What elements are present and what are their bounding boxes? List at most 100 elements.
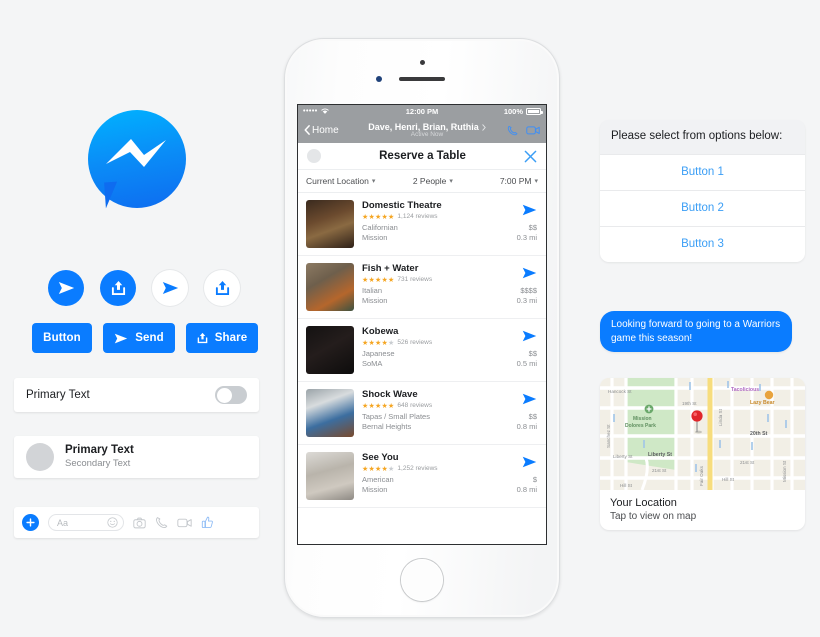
message-input[interactable]: Aa — [48, 514, 124, 531]
option-button-2[interactable]: Button 2 — [600, 189, 805, 226]
restaurant-send-button[interactable] — [522, 203, 537, 221]
restaurant-neighborhood: Mission — [362, 296, 388, 305]
send-icon — [115, 333, 128, 343]
restaurant-review-count: 731 reviews — [397, 276, 433, 283]
restaurant-thumbnail — [306, 452, 354, 500]
status-bar: ••••• 12:00 PM 100% — [298, 105, 546, 117]
map-label-21st-st: 21st St — [740, 460, 755, 465]
map-label-hill-st-left: Hill St — [620, 483, 632, 488]
location-share-card[interactable]: Hancock St Sanchez St Mission Dolores Pa… — [600, 378, 805, 530]
map-label-fair-oaks: Fair Oaks — [699, 466, 704, 486]
options-card: Please select from options below: Button… — [600, 120, 805, 262]
restaurant-send-button[interactable] — [522, 329, 537, 347]
time-filter[interactable]: 7:00 PM ▾ — [469, 176, 538, 186]
messenger-bolt-icon — [106, 139, 166, 167]
restaurant-rating: ★★★★★ 1,124 reviews — [362, 213, 537, 221]
send-icon-hollow-button[interactable] — [152, 270, 188, 306]
home-button[interactable] — [401, 559, 443, 601]
restaurant-price: $$ — [528, 412, 537, 421]
design-system-column: Button Send Share Primary Text Primary T… — [0, 0, 278, 637]
chat-message-bubble: Looking forward to going to a Warriors g… — [600, 311, 792, 352]
map-label-lazy-bear: Lazy Bear — [750, 400, 775, 406]
list-row-secondary-text: Secondary Text — [65, 457, 131, 469]
toggle-switch[interactable] — [215, 386, 247, 404]
sheet-app-icon — [307, 149, 321, 163]
video-icon[interactable] — [526, 125, 540, 135]
thumbs-up-icon[interactable] — [201, 516, 214, 529]
status-bar-right: 100% — [438, 107, 543, 116]
send-icon-filled-button[interactable] — [48, 270, 84, 306]
restaurant-rating: ★★★★★ 648 reviews — [362, 402, 537, 410]
chevron-left-icon — [304, 125, 310, 135]
restaurant-row[interactable]: Kobewa ★★★★★ 526 reviews Japanese $$ SoMA 0.5 … — [298, 319, 546, 382]
map-label-hancock-st: Hancock St — [608, 389, 632, 394]
restaurant-row[interactable]: Shock Wave ★★★★★ 648 reviews Tapas / Small … — [298, 382, 546, 445]
phone-icon[interactable] — [507, 125, 518, 136]
signal-dots: ••••• — [303, 107, 318, 115]
restaurant-cuisine: Italian — [362, 286, 383, 295]
restaurant-price: $ — [532, 475, 537, 484]
restaurant-name: Domestic Theatre — [362, 200, 442, 211]
back-to-home-button[interactable]: Home — [304, 125, 366, 136]
iphone-mockup: ••••• 12:00 PM 100% Home Dave, Henri, Br… — [284, 38, 560, 618]
map-label-mission-st: Mission St — [782, 460, 787, 482]
chevron-down-icon: ▾ — [449, 178, 453, 185]
share-icon-filled-button[interactable] — [100, 270, 136, 306]
sheet-header: Reserve a Table — [298, 143, 546, 170]
location-filter[interactable]: Current Location ▾ — [306, 176, 397, 186]
plus-icon-button[interactable] — [22, 514, 39, 531]
messenger-logo-tail — [104, 181, 119, 209]
option-button-3[interactable]: Button 3 — [600, 225, 805, 262]
video-icon[interactable] — [177, 517, 192, 528]
restaurant-distance: 0.5 mi — [516, 359, 537, 368]
restaurant-thumbnail — [306, 389, 354, 437]
restaurant-review-count: 1,252 reviews — [397, 465, 438, 472]
earpiece-speaker — [399, 77, 445, 81]
restaurant-rating: ★★★★★ 526 reviews — [362, 339, 537, 347]
share-button[interactable]: Share — [186, 323, 258, 353]
conversation-status: Active Now — [410, 131, 444, 138]
time-filter-label: 7:00 PM — [499, 176, 532, 186]
emoji-icon[interactable] — [107, 517, 118, 528]
restaurant-cuisine: Californian — [362, 223, 398, 232]
sheet-title: Reserve a Table — [379, 150, 466, 162]
location-subtitle: Tap to view on map — [610, 511, 697, 522]
avatar — [26, 443, 54, 471]
restaurant-name: See You — [362, 452, 399, 463]
map-label-liberty-st-left: Liberty St — [613, 454, 633, 459]
restaurant-neighborhood: SoMA — [362, 359, 383, 368]
send-icon — [162, 282, 178, 294]
option-button-1[interactable]: Button 1 — [600, 153, 805, 190]
close-icon[interactable] — [524, 150, 537, 163]
restaurant-row[interactable]: See You ★★★★★ 1,252 reviews American $ Missio… — [298, 445, 546, 508]
restaurant-row[interactable]: Fish + Water ★★★★★ 731 reviews Italian $$$$ M… — [298, 256, 546, 319]
list-row-card[interactable]: Primary Text Secondary Text — [14, 436, 259, 478]
send-button[interactable]: Send — [103, 323, 175, 353]
phone-icon[interactable] — [155, 516, 168, 529]
map-preview[interactable]: Hancock St Sanchez St Mission Dolores Pa… — [600, 378, 805, 490]
restaurant-rating: ★★★★★ 731 reviews — [362, 276, 537, 284]
plain-button[interactable]: Button — [32, 323, 92, 353]
map-label-19th-st: 19th St — [682, 401, 697, 406]
send-icon — [522, 456, 537, 468]
restaurant-send-button[interactable] — [522, 266, 537, 284]
conversation-nav-bar: Home Dave, Henri, Brian, Ruthia Active N… — [298, 117, 546, 143]
party-size-filter[interactable]: 2 People ▾ — [397, 176, 470, 186]
send-icon — [522, 267, 537, 279]
toggle-row-card[interactable]: Primary Text — [14, 378, 259, 412]
share-icon-hollow-button[interactable] — [204, 270, 240, 306]
conversation-title-block[interactable]: Dave, Henri, Brian, Ruthia Active Now — [366, 122, 488, 138]
restaurant-name: Shock Wave — [362, 389, 418, 400]
location-filter-label: Current Location — [306, 176, 369, 186]
restaurant-send-button[interactable] — [522, 392, 537, 410]
back-label: Home — [312, 124, 339, 136]
toggle-row-label: Primary Text — [26, 389, 90, 401]
restaurant-distance: 0.3 mi — [516, 296, 537, 305]
camera-icon[interactable] — [133, 517, 146, 529]
restaurant-cuisine: American — [362, 475, 394, 484]
restaurant-row[interactable]: Domestic Theatre ★★★★★ 1,124 reviews Califo… — [298, 193, 546, 256]
location-title: Your Location — [610, 497, 677, 509]
restaurant-send-button[interactable] — [522, 455, 537, 473]
wifi-icon — [320, 108, 329, 114]
map-label-20th-st: 20th St — [750, 431, 768, 437]
